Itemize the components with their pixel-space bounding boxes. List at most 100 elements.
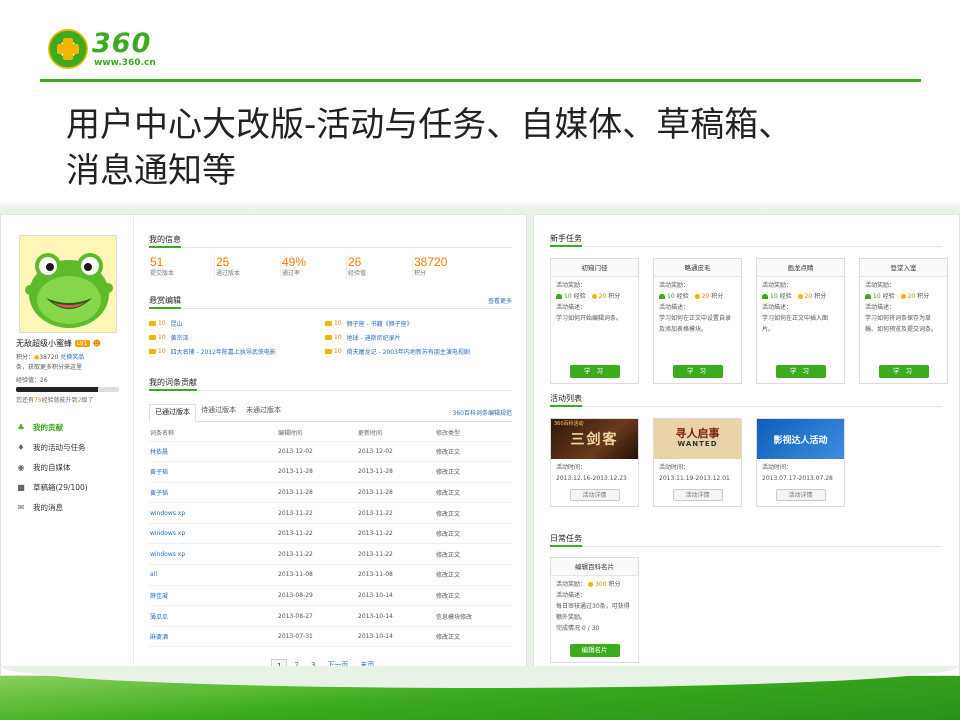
table-row: windows xp 2013-11-22 2013-11-22 修改正文: [149, 523, 512, 545]
table-row: all 2013-11-08 2013-11-08 修改正文: [149, 564, 512, 586]
activity-card: 360百科活动 三剑客 活动时间： 2013.12.16-2013.12.23 …: [550, 418, 639, 507]
sidebar-item-contributions[interactable]: ♣ 我的贡献: [16, 417, 126, 437]
tasks-screenshot: 新手任务 初窥门径 活动奖励： 10 经验 20 积分 活动描述： 学习如何开始编辑…: [533, 214, 960, 676]
activity-details-button[interactable]: 活动详情: [672, 489, 723, 501]
exp-icon: [865, 294, 871, 299]
points-line: 积分：●38720 兑换奖品: [16, 354, 85, 361]
edit-time: 2013-11-22: [277, 523, 357, 545]
slide-title: 用户中心大改版-活动与任务、自媒体、草稿箱、消息通知等: [66, 105, 793, 191]
bounty-item[interactable]: 10 地球 - 迪斯尼纪录片: [325, 333, 512, 342]
360-logo-icon: [48, 29, 88, 69]
diamond-icon: ♦: [17, 442, 25, 452]
edit-rules-link[interactable]: 360百科词条编辑规范: [453, 408, 512, 421]
bounty-item[interactable]: 10 黄宗泽: [149, 333, 325, 342]
contrib-tabs: 已通过版本 待通过版本 未通过版本 360百科词条编辑规范: [149, 404, 512, 422]
logo-number: 360: [92, 28, 152, 59]
tab-rejected[interactable]: 未通过版本: [241, 403, 286, 421]
vip-icon: ☻: [92, 339, 101, 348]
level-up-note: 您还有75经验就能升到2级了: [16, 397, 94, 404]
exp-progress-fill: [16, 387, 99, 392]
sidebar-item-drafts[interactable]: ■ 草稿箱(29/100): [16, 477, 126, 497]
entry-name-link[interactable]: 黄子韬: [149, 482, 277, 504]
user-center-main: 我的信息 51 提交版本 25 通过版本 49% 通过率 26 经验值 3872…: [149, 215, 512, 675]
exchange-link[interactable]: 兑换奖品: [60, 354, 84, 361]
activity-cards: 360百科活动 三剑客 活动时间： 2013.12.16-2013.12.23 …: [550, 418, 845, 507]
entry-name-link[interactable]: windows xp: [149, 523, 277, 545]
coin-icon: [900, 294, 906, 299]
bounty-item[interactable]: 10 狮子座 - 书籍《狮子座》: [325, 319, 512, 328]
activity-details-button[interactable]: 活动详情: [569, 489, 620, 501]
contrib-table: 词条名称 编辑时间 更新时间 修改类型 林依晨 2013-12-02 2013-12…: [149, 425, 512, 648]
exp-line: 经验值：26: [16, 377, 48, 384]
bounty-item[interactable]: 10 四大名捕 - 2012年陈嘉上执导武侠电影: [149, 347, 325, 356]
nickname: 无敌超级小蜜蜂: [16, 339, 72, 348]
update-time: 2013-11-22: [357, 543, 435, 566]
entry-name-link[interactable]: 薄瓜瓜: [149, 605, 277, 627]
learn-button[interactable]: 学 习: [878, 365, 929, 378]
task-card-title: 登堂入室: [860, 259, 947, 277]
nickname-row: 无敌超级小蜜蜂 LV1 ☻: [16, 338, 101, 349]
tab-pending[interactable]: 待通过版本: [196, 403, 241, 421]
avatar[interactable]: [19, 235, 117, 333]
my-info-heading: 我的信息: [149, 234, 512, 248]
entry-name-link[interactable]: windows xp: [149, 543, 277, 566]
sidebar-item-messages[interactable]: ✉ 我的消息: [16, 497, 126, 517]
activity-card: 影视达人活动 活动时间： 2013.07.17-2013.07.28 活动详情: [756, 418, 845, 507]
activity-list-heading: 活动列表: [550, 393, 942, 407]
activity-details-button[interactable]: 活动详情: [775, 489, 826, 501]
bounty-more-link[interactable]: 查看更多: [488, 296, 512, 305]
update-time: 2013-11-22: [357, 502, 435, 524]
task-card-title: 略通皮毛: [654, 259, 741, 277]
table-row: windows xp 2013-11-22 2013-11-22 修改正文: [149, 502, 512, 524]
entry-name-link[interactable]: all: [149, 564, 277, 586]
entry-name-link[interactable]: 麻婆酒: [149, 626, 277, 648]
contrib-heading: 我的词条贡献: [149, 377, 512, 391]
bounty-item[interactable]: 10 倚天屠龙记 - 2003年内地新苏有朋主演电视剧: [325, 347, 512, 356]
stat-submitted: 51 提交版本: [149, 255, 215, 278]
user-center-screenshot: 无敌超级小蜜蜂 LV1 ☻ 积分：●38720 兑换奖品 条，获取更多积分来这里…: [0, 214, 527, 676]
briefcase-icon: ■: [17, 482, 25, 492]
entry-name-link[interactable]: 黄子韬: [149, 461, 277, 483]
daily-status: 0 / 30: [581, 625, 600, 632]
header-divider: [40, 79, 921, 82]
table-row: 黄子韬 2013-11-28 2013-11-28 修改正文: [149, 461, 512, 483]
activity-card: 寻人启事 WANTED 活动时间： 2013.11.19-2013.12.01 …: [653, 418, 742, 507]
task-card: 画龙点睛 活动奖励： 10 经验 20 积分 活动描述： 学习如何在正文中插入图片。…: [756, 258, 845, 384]
update-time: 2013-12-02: [357, 441, 435, 463]
bounty-item[interactable]: 10 昆山: [149, 319, 325, 328]
activity-banner[interactable]: 寻人启事 WANTED: [654, 419, 741, 459]
update-time: 2013-10-14: [357, 585, 435, 607]
sidebar-item-self-media[interactable]: ◉ 我的自媒体: [16, 457, 126, 477]
col-update-time: 更新时间: [357, 425, 435, 442]
points-tip[interactable]: 条，获取更多积分来这里: [16, 362, 82, 371]
entry-name-link[interactable]: 林依晨: [149, 441, 277, 463]
daily-desc: 每日审核通过30条，可获得额外奖励。: [556, 603, 630, 621]
entry-name-link[interactable]: 薛佳凝: [149, 585, 277, 607]
learn-button[interactable]: 学 习: [775, 365, 826, 378]
update-time: 2013-10-14: [357, 626, 435, 648]
tab-approved[interactable]: 已通过版本: [149, 404, 196, 422]
edit-time: 2013-11-08: [277, 564, 357, 586]
change-type: 修改正文: [435, 441, 512, 463]
edit-time: 2013-08-27: [277, 605, 357, 627]
update-time: 2013-11-22: [357, 523, 435, 545]
profile-sidebar: 无敌超级小蜜蜂 LV1 ☻ 积分：●38720 兑换奖品 条，获取更多积分来这里…: [1, 215, 134, 675]
task-desc: 学习如何在正文中设置自录及添加表格模块。: [659, 315, 732, 333]
stat-exp: 26 经验值: [347, 255, 413, 278]
newbie-task-cards: 初窥门径 活动奖励： 10 经验 20 积分 活动描述： 学习如何开始编辑词条。 学…: [550, 258, 948, 384]
exp-value: 26: [40, 377, 48, 384]
activity-banner[interactable]: 影视达人活动: [757, 419, 844, 459]
daily-tasks-heading: 日常任务: [550, 533, 942, 547]
edit-time: 2013-07-31: [277, 626, 357, 648]
edit-card-button[interactable]: 编辑名片: [569, 644, 620, 657]
change-type: 修改正文: [435, 585, 512, 607]
entry-name-link[interactable]: windows xp: [149, 502, 277, 524]
learn-button[interactable]: 学 习: [672, 365, 723, 378]
coin-icon: [694, 294, 700, 299]
learn-button[interactable]: 学 习: [569, 365, 620, 378]
sidebar-item-activities[interactable]: ♦ 我的活动与任务: [16, 437, 126, 457]
bounty-heading: 悬赏编辑 查看更多: [149, 295, 512, 309]
activity-banner[interactable]: 360百科活动 三剑客: [551, 419, 638, 459]
exp-icon: [659, 294, 665, 299]
rss-icon: ◉: [17, 462, 25, 472]
